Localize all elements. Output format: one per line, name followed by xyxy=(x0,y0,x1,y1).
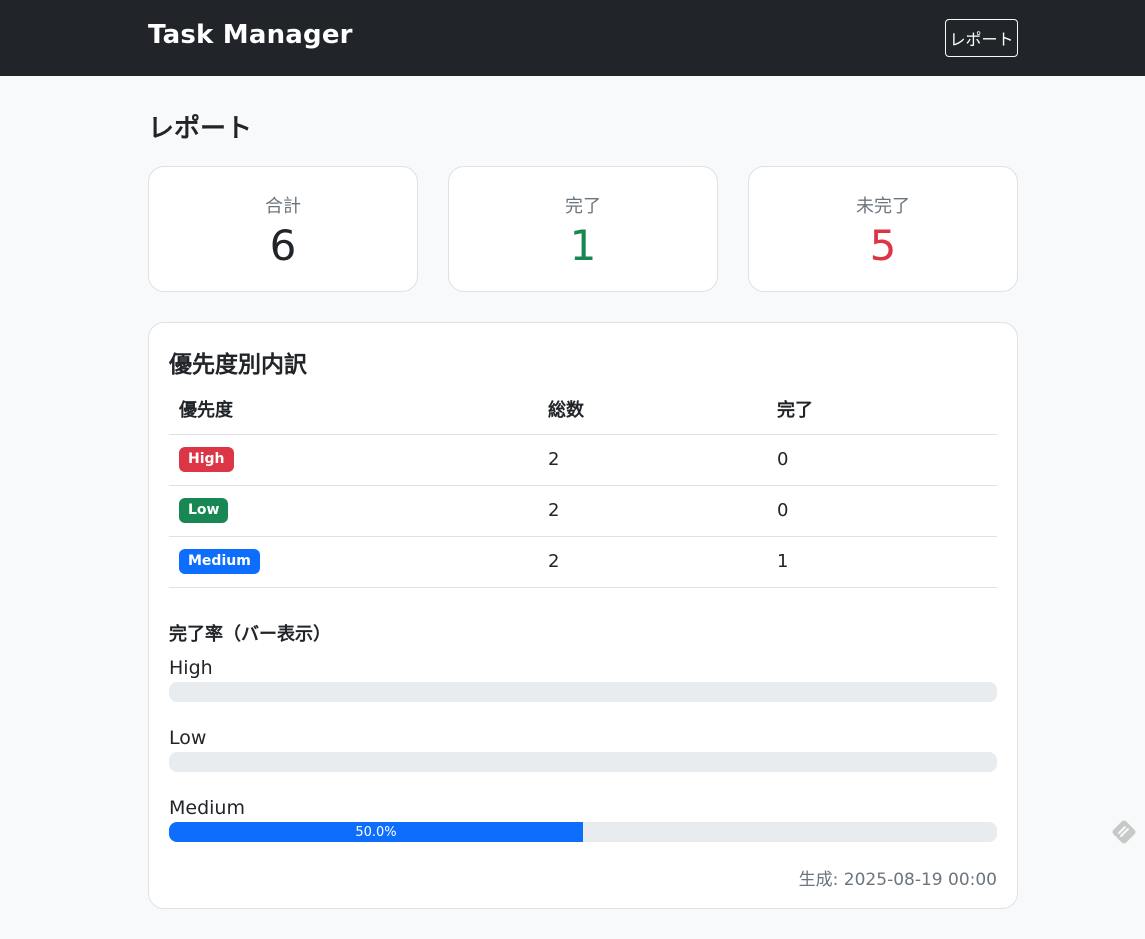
brand-title[interactable]: Task Manager xyxy=(148,20,353,50)
done-cell: 0 xyxy=(767,434,997,486)
bar-label: Medium xyxy=(169,797,245,819)
stat-value: 6 xyxy=(269,221,297,270)
generated-timestamp: 生成: 2025-08-19 00:00 xyxy=(798,870,997,890)
table-header-row: 優先度 総数 完了 xyxy=(169,385,997,435)
column-header-done: 完了 xyxy=(767,385,997,435)
progress-bar-medium: 50.0% xyxy=(169,822,997,842)
done-cell: 1 xyxy=(767,536,997,588)
done-cell: 0 xyxy=(767,485,997,537)
column-header-total: 総数 xyxy=(538,385,767,435)
stat-label: 未完了 xyxy=(856,196,910,217)
progress-bar-low xyxy=(169,752,997,772)
progress-fill: 50.0% xyxy=(169,822,583,842)
page-title: レポート xyxy=(148,114,253,144)
stat-value: 5 xyxy=(869,221,897,270)
table-row: Medium 2 1 xyxy=(169,536,997,588)
priority-cell: High xyxy=(169,434,538,486)
total-cell: 2 xyxy=(538,434,767,486)
bar-label: Low xyxy=(169,727,207,749)
table-row: Low 2 0 xyxy=(169,485,997,537)
column-header-priority: 優先度 xyxy=(169,385,538,435)
completion-section-title: 完了率（バー表示） xyxy=(169,624,331,645)
table-row: High 2 0 xyxy=(169,434,997,486)
priority-table: 優先度 総数 完了 High 2 0 Low 2 0 Medium 2 1 xyxy=(169,385,997,588)
stat-card-total: 合計 6 xyxy=(148,166,418,292)
progress-bar-high xyxy=(169,682,997,702)
total-cell: 2 xyxy=(538,536,767,588)
priority-badge: Medium xyxy=(179,549,260,574)
stat-card-incomplete: 未完了 5 xyxy=(748,166,1018,292)
navbar: Task Manager レポート xyxy=(0,0,1145,76)
pencil-icon[interactable] xyxy=(1110,818,1138,846)
priority-cell: Medium xyxy=(169,536,538,588)
bar-label: High xyxy=(169,657,213,679)
report-button[interactable]: レポート xyxy=(945,19,1018,57)
priority-cell: Low xyxy=(169,485,538,537)
stat-card-done: 完了 1 xyxy=(448,166,718,292)
priority-badge: Low xyxy=(179,498,229,523)
priority-breakdown-card: 優先度別内訳 優先度 総数 完了 High 2 0 Low 2 0 Medium… xyxy=(148,322,1018,909)
stat-label: 合計 xyxy=(265,196,301,217)
priority-badge: High xyxy=(179,447,234,472)
stat-value: 1 xyxy=(569,221,597,270)
stat-label: 完了 xyxy=(565,196,601,217)
total-cell: 2 xyxy=(538,485,767,537)
card-title: 優先度別内訳 xyxy=(169,352,307,378)
